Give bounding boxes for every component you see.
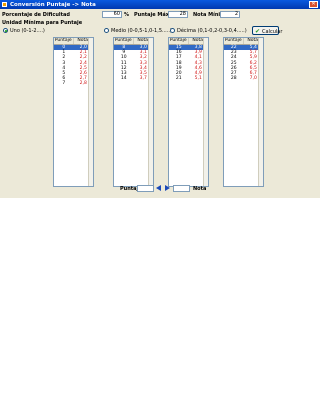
score-table-4[interactable]: Puntaje Nota 22 5,4 23 5,7 24 5,9 25 6,2 26 6,5 27 6,… <box>223 37 264 187</box>
radio-medio-label: Medio (0-0,5-1,0-1,5.....) <box>111 28 172 34</box>
radio-decima-label: Décima (0,1-0,2-0,3-0,4.....) <box>177 28 247 34</box>
unidad-label: Unidad Mínima para Puntaje <box>2 20 83 26</box>
puntaje-max-input[interactable]: 28 <box>168 11 188 18</box>
score-table-2[interactable]: Puntaje Nota 8 3,0 9 3,1 10 3,2 11 3,3 12 3,4 13 3,5 1… <box>113 37 154 187</box>
radio-uno[interactable] <box>3 28 8 33</box>
app-window: Conversión Puntaje -> Nota ✕ Porcentaje … <box>0 0 320 198</box>
radio-medio[interactable] <box>104 28 109 33</box>
radio-decima[interactable] <box>170 28 175 33</box>
window-title: Conversión Puntaje -> Nota <box>10 1 96 8</box>
header-puntaje[interactable]: Puntaje <box>169 38 189 44</box>
arrow-left-icon[interactable] <box>156 185 161 191</box>
cell-puntaje: 28 <box>230 76 237 82</box>
close-button[interactable]: ✕ <box>309 1 318 8</box>
score-table-1[interactable]: Puntaje Nota 0 2,0 1 2,1 2 2,2 3 2,4 4 2,5 5 2,6 6 2,7 7… <box>53 37 94 187</box>
bottom-nota-input[interactable] <box>173 185 190 192</box>
bottom-puntaje-input[interactable] <box>137 185 154 192</box>
check-icon: ✔ <box>255 27 261 35</box>
table-scrollbar[interactable] <box>88 38 93 186</box>
header-puntaje[interactable]: Puntaje <box>114 38 134 44</box>
cell-puntaje: 7 <box>62 81 66 87</box>
table-scrollbar[interactable] <box>203 38 208 186</box>
bottom-nota-label: Nota <box>193 186 207 192</box>
header-puntaje[interactable]: Puntaje <box>224 38 244 44</box>
score-table-3[interactable]: Puntaje Nota 15 3,8 16 3,9 17 4,1 18 4,3 19 4,6 20 4,… <box>168 37 209 187</box>
table-scrollbar[interactable] <box>258 38 263 186</box>
nota-min-input[interactable]: 2 <box>220 11 240 18</box>
header-puntaje[interactable]: Puntaje <box>54 38 74 44</box>
table-scrollbar[interactable] <box>148 38 153 186</box>
radio-uno-label: Uno (0-1-2....) <box>10 28 45 34</box>
app-icon <box>2 2 7 7</box>
cell-puntaje: 21 <box>175 76 182 82</box>
calcular-label: Calcular <box>262 28 283 35</box>
dificultad-label: Porcentaje de Dificultad <box>2 12 70 18</box>
arrow-right-icon[interactable] <box>165 185 170 191</box>
dificultad-input[interactable]: 60 <box>102 11 122 18</box>
cell-puntaje: 14 <box>120 76 127 82</box>
calcular-button[interactable]: ✔ Calcular <box>252 26 283 35</box>
dificultad-unit: % <box>124 12 130 18</box>
title-bar: Conversión Puntaje -> Nota ✕ <box>0 0 320 9</box>
